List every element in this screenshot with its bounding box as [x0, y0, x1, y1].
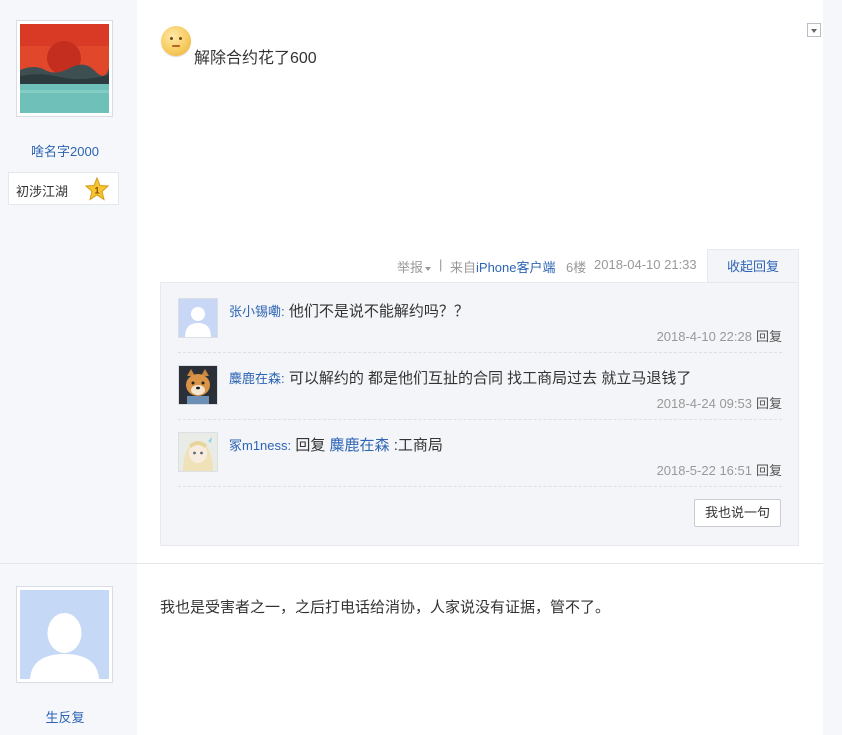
reply-button[interactable]: 回复: [756, 463, 782, 478]
reply-time: 2018-4-24 09:53: [656, 396, 752, 411]
reply-item: 张小锡嘞: 他们不是说不能解约吗？？ 2018-4-10 22:28 回复: [178, 298, 782, 344]
reply-list: 张小锡嘞: 他们不是说不能解约吗？？ 2018-4-10 22:28 回复 麋鹿在…: [160, 282, 799, 546]
reply-username[interactable]: 麋鹿在森: [229, 371, 281, 386]
reply-item: 冢m1ness: 回复 麋鹿在森 :工商局 2018-5-22 16:51 回复: [178, 432, 782, 478]
author-panel: 啥名字2000 初涉江湖 1: [0, 0, 137, 563]
collapse-replies-button[interactable]: 收起回复: [707, 249, 799, 283]
level-number: 1: [94, 186, 99, 196]
reply-avatar[interactable]: [178, 432, 218, 472]
reply-avatar[interactable]: [178, 298, 218, 338]
meta-separator: |: [439, 257, 443, 272]
reply-text: 可以解约的 都是他们互扯的合同 找工商局过去 就立马退钱了: [288, 370, 692, 387]
reply-time: 2018-5-22 16:51: [656, 463, 752, 478]
author-name[interactable]: 生反复: [0, 707, 130, 726]
floor-number: 6楼: [566, 260, 587, 275]
level-star-icon: 1: [85, 177, 109, 201]
reply-button[interactable]: 回复: [756, 329, 782, 344]
default-avatar-icon: [179, 299, 217, 337]
post-menu-dropdown[interactable]: [807, 23, 821, 37]
reply-button[interactable]: 回复: [756, 396, 782, 411]
author-avatar[interactable]: [16, 20, 113, 117]
reply-prefix: 回复: [295, 437, 326, 454]
reply-text: :工商局: [393, 437, 443, 454]
anime-avatar-image: [179, 433, 217, 471]
divider: [178, 486, 782, 487]
rank-label: 初涉江湖: [16, 184, 69, 199]
report-link[interactable]: 举报: [397, 257, 432, 276]
reply-item: 麋鹿在森: 可以解约的 都是他们互扯的合同 找工商局过去 就立马退钱了 2018…: [178, 365, 782, 411]
client-link[interactable]: iPhone客户端: [476, 260, 555, 275]
sunset-avatar-image: [20, 24, 109, 113]
author-panel: 生反复: [0, 564, 137, 735]
rank-badge[interactable]: 初涉江湖 1: [8, 172, 119, 205]
divider: [178, 419, 782, 420]
reply-username[interactable]: 冢m1ness: [229, 438, 288, 453]
mention-link[interactable]: 麋鹿在森: [330, 437, 390, 454]
caret-down-icon: [425, 266, 432, 271]
post-time: 2018-04-10 21:33: [594, 257, 697, 272]
post-content: 我也是受害者之一，之后打电话给消协，人家说没有证据，管不了。: [160, 599, 611, 616]
right-gutter: [823, 0, 842, 735]
default-avatar-icon: [20, 590, 109, 679]
dog-avatar-image: [179, 366, 217, 404]
add-comment-button[interactable]: 我也说一句: [694, 499, 781, 527]
reply-avatar[interactable]: [178, 365, 218, 405]
emoji-face-icon: [161, 26, 191, 56]
post-content: 解除合约花了600: [194, 50, 317, 67]
author-name[interactable]: 啥名字2000: [0, 141, 130, 160]
reply-text: 他们不是说不能解约吗？？: [288, 303, 469, 320]
author-avatar[interactable]: [16, 586, 113, 683]
post-source: 来自iPhone客户端: [450, 260, 556, 275]
reply-time: 2018-4-10 22:28: [656, 329, 752, 344]
reply-username[interactable]: 张小锡嘞: [229, 304, 281, 319]
divider: [178, 352, 782, 353]
